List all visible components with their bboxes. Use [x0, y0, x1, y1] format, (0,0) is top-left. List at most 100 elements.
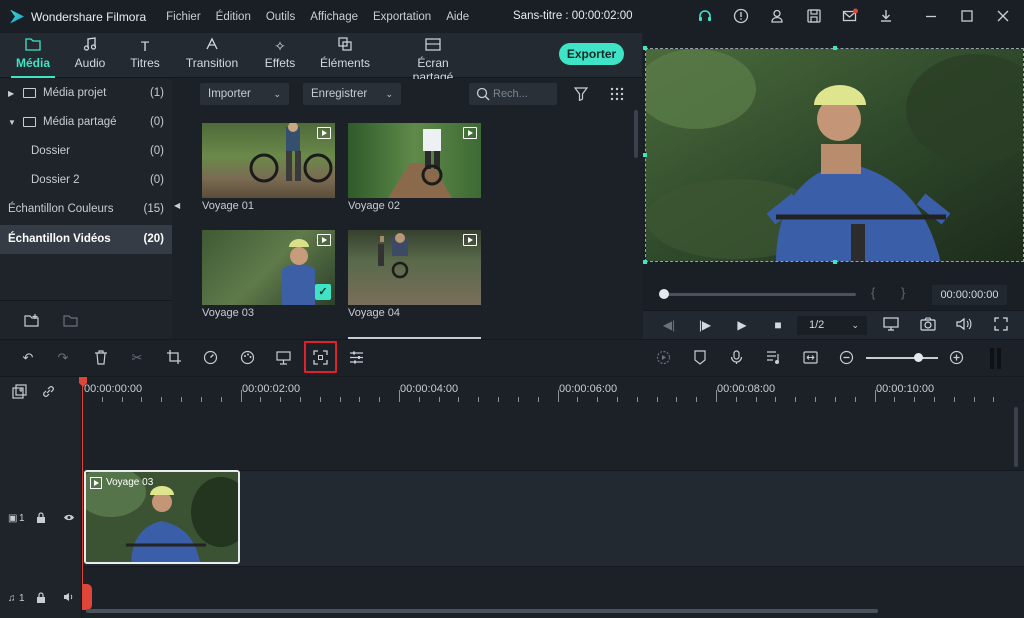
new-folder-icon[interactable] [24, 314, 40, 331]
account-icon[interactable] [769, 8, 785, 24]
lock-icon[interactable] [36, 592, 46, 606]
sidebar-item-media-partage[interactable]: ▼ Média partagé (0) [0, 108, 172, 137]
import-dropdown[interactable]: Importer ⌄ [200, 83, 289, 105]
remove-folder-icon[interactable] [63, 314, 79, 331]
media-scrollbar[interactable] [634, 110, 638, 158]
speaker-icon[interactable] [63, 592, 75, 605]
fullscreen-icon[interactable] [993, 317, 1009, 333]
timeline-vertical-scrollbar[interactable] [1014, 407, 1018, 467]
sidebar-item-dossier-2[interactable]: Dossier 2 (0) [0, 166, 172, 195]
play-icon[interactable]: ▶ [734, 317, 750, 333]
volume-icon[interactable] [956, 317, 972, 333]
media-thumbnail-voyage-04[interactable] [348, 230, 481, 305]
zoom-slider-handle[interactable] [914, 353, 923, 362]
tab-transition[interactable]: Transition [184, 33, 240, 78]
export-button[interactable]: Exporter [559, 43, 624, 65]
snapshot-icon[interactable] [920, 317, 936, 333]
tab-audio[interactable]: Audio [70, 33, 110, 78]
redo-icon[interactable]: ↷ [55, 350, 71, 366]
pause-render-icon[interactable] [990, 348, 994, 369]
record-dropdown[interactable]: Enregistrer ⌄ [303, 83, 401, 105]
marker-icon[interactable] [692, 350, 708, 366]
mail-icon[interactable] [842, 8, 858, 24]
expand-arrow-icon[interactable]: ▶ [8, 79, 14, 108]
menu-outils[interactable]: Outils [266, 11, 295, 23]
tab-effets[interactable]: ✧ Effets [262, 33, 298, 78]
save-icon[interactable] [806, 8, 822, 24]
color-palette-icon[interactable] [239, 350, 255, 366]
preview-progress-handle[interactable] [659, 289, 669, 299]
crop-handle[interactable] [833, 260, 837, 264]
audio-mixer-icon[interactable] [765, 350, 781, 366]
sidebar-item-dossier[interactable]: Dossier (0) [0, 137, 172, 166]
ruler-tick [894, 397, 896, 402]
zoom-slider-track[interactable] [866, 357, 938, 359]
cut-icon[interactable]: ✂ [129, 350, 145, 366]
link-icon[interactable] [41, 384, 56, 402]
timeline-horizontal-scrollbar[interactable] [86, 609, 878, 613]
play-frame-icon[interactable]: |▶ [697, 317, 713, 333]
crop-handle[interactable] [643, 153, 647, 157]
sidebar-item-media-projet[interactable]: ▶ Média projet (1) [0, 79, 172, 108]
collapse-arrow-icon[interactable]: ▼ [8, 108, 16, 137]
download-icon[interactable] [878, 8, 894, 24]
filter-icon[interactable] [573, 87, 589, 104]
undo-icon[interactable]: ↶ [20, 350, 36, 366]
stop-icon[interactable]: ■ [770, 317, 786, 333]
media-thumbnail-voyage-02[interactable] [348, 123, 481, 198]
collapse-panel-arrow-icon[interactable]: ◀ [174, 201, 180, 210]
tab-titres[interactable]: T Titres [126, 33, 164, 78]
zoom-out-icon[interactable] [838, 350, 854, 366]
ruler-tick [359, 397, 361, 402]
crop-handle[interactable] [643, 260, 647, 264]
tab-elements-label: Éléments [320, 56, 371, 70]
search-placeholder: Rech... [493, 88, 528, 100]
mark-out-icon[interactable]: } [901, 285, 905, 300]
audio-track-lane[interactable] [83, 569, 1024, 609]
add-track-icon[interactable] [12, 384, 27, 402]
crop-handle[interactable] [833, 46, 837, 50]
tab-elements[interactable]: Éléments [320, 33, 370, 78]
fit-timeline-icon[interactable] [802, 350, 818, 366]
green-screen-icon[interactable] [275, 350, 291, 366]
crop-icon[interactable] [166, 350, 182, 366]
zoom-in-icon[interactable] [948, 350, 964, 366]
playback-quality-select[interactable]: 1/2 ⌄ [797, 316, 867, 335]
delete-icon[interactable] [93, 350, 109, 366]
menu-aide[interactable]: Aide [446, 11, 469, 23]
crop-handle[interactable] [643, 46, 647, 50]
microphone-icon[interactable] [728, 350, 744, 366]
minimize-icon[interactable] [923, 8, 939, 24]
mark-in-icon[interactable]: { [871, 285, 875, 300]
maximize-icon[interactable] [959, 8, 975, 24]
speed-icon[interactable] [202, 350, 218, 366]
menu-affichage[interactable]: Affichage [310, 11, 358, 23]
info-icon[interactable] [733, 8, 749, 24]
adjust-sliders-icon[interactable] [348, 350, 364, 366]
playhead[interactable] [82, 377, 83, 602]
tab-media[interactable]: Média [11, 33, 55, 78]
display-icon[interactable] [883, 317, 899, 333]
render-preview-icon[interactable] [655, 350, 671, 366]
sidebar-item-echantillon-videos[interactable]: Échantillon Vidéos (20) [0, 225, 172, 254]
preview-progress-track[interactable] [662, 293, 856, 296]
eye-icon[interactable] [63, 513, 75, 525]
media-thumbnail-voyage-03[interactable]: ✓ [202, 230, 335, 305]
ruler-tick [220, 397, 222, 402]
menu-fichier[interactable]: Fichier [166, 11, 201, 23]
previous-frame-icon[interactable]: ◀| [661, 317, 677, 333]
menu-edition[interactable]: Édition [216, 11, 251, 23]
ruler-tick [716, 390, 717, 402]
tab-ecran-partage[interactable]: Écran partagé [396, 33, 470, 84]
close-icon[interactable] [995, 8, 1011, 24]
preview-video-frame[interactable] [645, 48, 1024, 262]
sidebar-item-echantillon-couleurs[interactable]: Échantillon Couleurs (15) [0, 195, 172, 224]
headset-icon[interactable] [697, 8, 713, 24]
search-input[interactable]: Rech... [469, 83, 557, 105]
media-thumbnail-voyage-01[interactable] [202, 123, 335, 198]
timeline-ruler[interactable]: 00:00:00:00 00:00:02:00 00:00:04:00 00:0… [82, 377, 1024, 404]
grid-view-icon[interactable] [610, 87, 624, 104]
menu-exportation[interactable]: Exportation [373, 11, 431, 23]
timeline-clip-voyage-03[interactable]: Voyage 03 [84, 470, 240, 564]
lock-icon[interactable] [36, 512, 46, 526]
